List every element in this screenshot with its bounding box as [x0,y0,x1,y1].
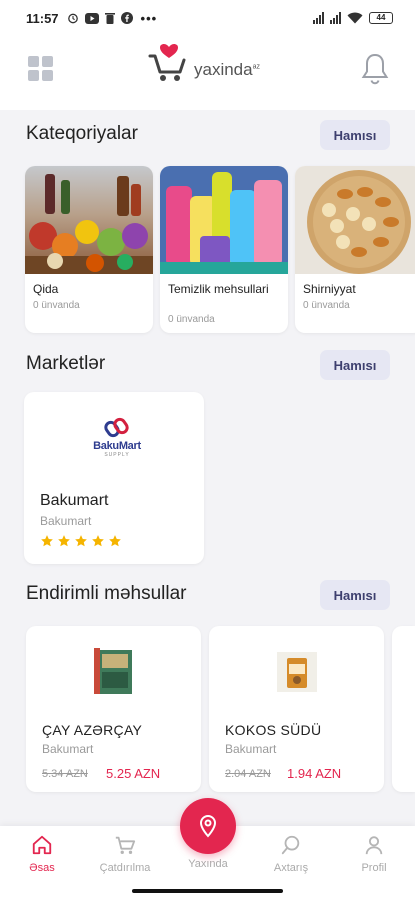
product-new-price: 1.94 AZN [287,766,342,781]
grid-cell-icon [42,56,53,67]
product-image [94,648,132,694]
logo-text: yaxindaaz [194,60,261,79]
product-image [277,652,317,692]
category-image-cleaning [160,166,288,274]
category-card-cleaning[interactable]: Temizlik mehsullari 0 ünvanda [160,166,288,333]
more-dots-icon: ••• [140,10,158,26]
categories-all-button[interactable]: Hamısı [320,120,390,150]
market-sub: Bakumart [40,514,92,528]
home-icon [32,835,52,855]
tab-label: Yaxında [188,858,228,870]
tab-profile[interactable]: Profil [339,834,409,874]
product-new-price: 5.25 AZN [106,766,161,781]
status-bar: 11:57 ••• 44 [0,0,415,36]
facebook-icon [120,12,133,24]
product-name: KOKOS SÜDÜ [225,722,322,738]
tab-home[interactable]: Əsas [7,834,77,874]
app-header: yaxindaaz [0,36,415,110]
signal-2-icon [330,12,341,24]
search-icon [281,835,300,855]
status-time: 11:57 [26,10,59,26]
category-sub: 0 ünvanda [168,314,215,325]
star-icon [41,535,53,547]
trash-icon [104,13,115,24]
tab-label: Əsas [29,862,55,874]
tab-delivery[interactable]: Çatdırılma [90,834,160,874]
app-logo[interactable]: yaxindaaz [148,44,260,84]
signal-icon [313,12,324,24]
grid-cell-icon [28,56,39,67]
product-old-price: 5.34 AZN [42,768,88,780]
wifi-icon [347,12,363,24]
tab-search[interactable]: Axtarış [256,834,326,874]
star-icon [58,535,70,547]
market-rating [40,534,122,548]
youtube-icon [84,12,99,24]
star-icon [109,535,121,547]
tab-label: Çatdırılma [99,862,151,874]
product-card-partial[interactable] [392,626,415,792]
star-icon [75,535,87,547]
alarm-icon [67,13,78,24]
market-logo: BakuMart SUPPLY [82,416,152,466]
tab-label: Profil [361,862,387,874]
notification-bell-icon[interactable] [360,52,390,86]
markets-all-button[interactable]: Hamısı [320,350,390,380]
grid-cell-icon [42,70,53,81]
menu-grid-button[interactable] [28,56,54,82]
location-pin-icon [199,815,217,838]
tab-nearby[interactable]: Yaxında [173,858,243,870]
categories-title: Kateqoriyalar [26,123,138,144]
markets-title: Marketlər [26,353,106,374]
star-icon [92,535,104,547]
category-card-food[interactable]: Qida 0 ünvanda [25,166,153,333]
discounts-all-button[interactable]: Hamısı [320,580,390,610]
market-name: Bakumart [40,492,109,509]
category-name: Qida [33,282,59,296]
product-old-price: 2.04 AZN [225,768,271,780]
category-sub: 0 ünvanda [303,300,350,311]
user-icon [365,836,383,855]
product-store: Bakumart [225,742,277,756]
market-logo-subtext: SUPPLY [104,452,130,458]
market-logo-text: BakuMart [93,440,141,452]
category-name: Shirniyyat [303,282,356,296]
product-card[interactable]: KOKOS SÜDÜ Bakumart 2.04 AZN 1.94 AZN [209,626,384,792]
category-name: Temizlik mehsullari [168,282,269,296]
category-sub: 0 ünvanda [33,300,80,311]
tab-label: Axtarış [273,862,309,874]
market-card[interactable]: BakuMart SUPPLY Bakumart Bakumart [24,392,204,564]
category-image-food [25,166,153,274]
home-indicator [132,889,283,893]
discounts-title: Endirimli məhsullar [26,583,187,604]
category-card-sweets[interactable]: Shirniyyat 0 ünvanda [295,166,415,333]
nearby-fab-button[interactable] [180,798,236,854]
grid-cell-icon [28,70,39,81]
bakumart-logo-icon [104,417,129,438]
category-image-sweets [295,166,415,274]
battery-icon: 44 [369,12,393,24]
product-card[interactable]: ÇAY AZƏRÇAY Bakumart 5.34 AZN 5.25 AZN [26,626,201,792]
product-store: Bakumart [42,742,94,756]
product-name: ÇAY AZƏRÇAY [42,722,143,738]
cart-heart-logo-icon [148,44,186,81]
cart-icon [115,836,136,854]
